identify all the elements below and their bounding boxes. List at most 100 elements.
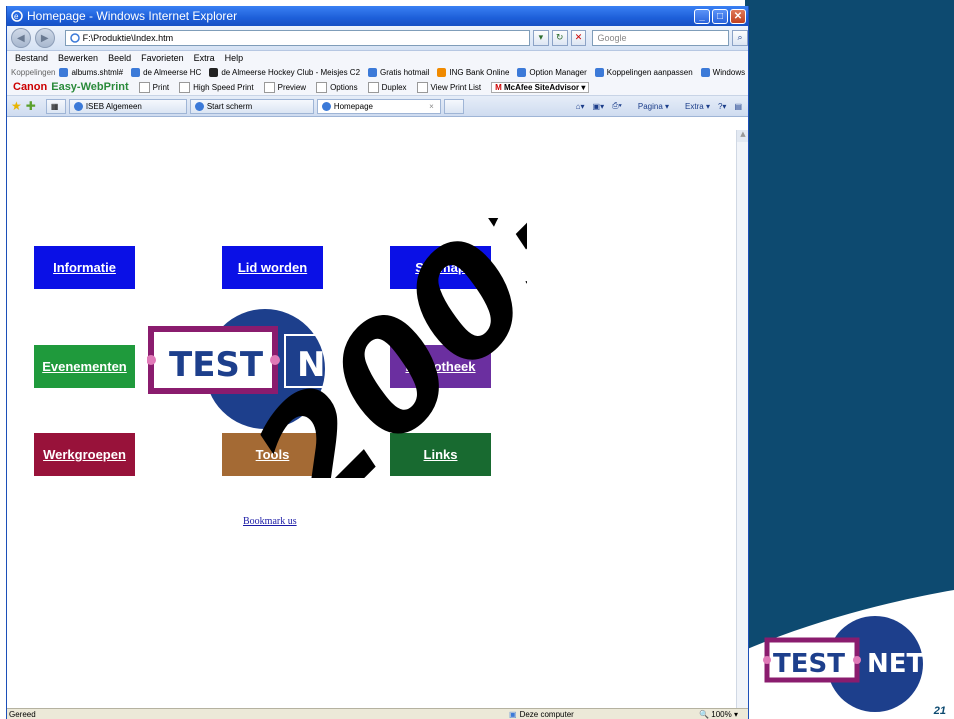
- canon-brand: Canon: [13, 81, 48, 93]
- link-icon: [209, 67, 219, 77]
- options-button[interactable]: Options: [316, 81, 358, 93]
- high-speed-print-label: High Speed Print: [193, 82, 254, 92]
- bookmark-link[interactable]: Bookmark us: [243, 516, 297, 527]
- favorites-star-icon[interactable]: ★: [11, 99, 22, 113]
- computer-icon: ▣: [509, 710, 517, 719]
- menu-bewerken[interactable]: Bewerken: [58, 53, 98, 63]
- link-albums[interactable]: albums.shtml#: [59, 67, 124, 77]
- mcafee-label: McAfee SiteAdvisor: [503, 82, 580, 92]
- address-bar[interactable]: F:\Produktie\Index.htm: [64, 30, 530, 46]
- link-label: Option Manager: [529, 67, 587, 77]
- menu-bestand[interactable]: Bestand: [15, 53, 48, 63]
- command-bar: ⌂▾ ▣▾ ⎙▾ Pagina ▾ Extra ▾ ?▾ ▤: [568, 101, 742, 111]
- extra-menu[interactable]: Extra ▾: [677, 102, 710, 111]
- search-input[interactable]: Google: [592, 30, 730, 46]
- menu-beeld[interactable]: Beeld: [108, 53, 131, 63]
- quick-tabs-icon[interactable]: ▦: [45, 98, 66, 114]
- nav-werkgroepen[interactable]: Werkgroepen: [34, 433, 135, 476]
- mcafee-siteadvisor-button[interactable]: M McAfee SiteAdvisor ▾: [491, 81, 590, 93]
- address-text: F:\Produktie\Index.htm: [82, 33, 174, 43]
- high-speed-print-button[interactable]: High Speed Print: [179, 81, 254, 93]
- new-tab-button[interactable]: [443, 98, 464, 114]
- corner-logo-net: NET: [867, 649, 925, 679]
- mcafee-icon: M: [495, 82, 504, 92]
- year-text: 2003: [221, 218, 527, 478]
- address-dropdown-icon[interactable]: ▾: [532, 30, 549, 46]
- canon-toolbar: Canon Easy-WebPrint Print High Speed Pri…: [7, 79, 748, 96]
- view-print-list-button[interactable]: View Print List: [416, 81, 482, 93]
- link-koppelingen-aanpassen[interactable]: Koppelingen aanpassen: [594, 67, 693, 77]
- links-bar: Koppelingen albums.shtml# de Almeerse HC…: [7, 65, 748, 79]
- forward-button[interactable]: ▶: [34, 28, 55, 48]
- options-label: Options: [330, 82, 358, 92]
- menu-favorieten[interactable]: Favorieten: [141, 53, 184, 63]
- link-label: Koppelingen aanpassen: [606, 67, 693, 77]
- page-content: TEST NET Informatie Lid worden Sitemap E…: [7, 130, 736, 708]
- close-tab-icon[interactable]: ×: [429, 102, 434, 111]
- print-icon: [179, 81, 191, 93]
- search-icon[interactable]: ⌕: [732, 30, 748, 46]
- ie-icon: [73, 101, 83, 111]
- printer-icon[interactable]: ⎙▾: [612, 101, 622, 111]
- duplex-label: Duplex: [381, 82, 407, 92]
- link-hotmail[interactable]: Gratis hotmail: [368, 67, 429, 77]
- link-almeerse-meisjes[interactable]: de Almeerse Hockey Club - Meisjes C2: [209, 67, 361, 77]
- maximize-button[interactable]: □: [712, 8, 728, 24]
- help-icon[interactable]: ?▾: [718, 102, 726, 111]
- print-icon: [138, 81, 150, 93]
- tab-homepage[interactable]: Homepage ×: [316, 98, 441, 114]
- zoom-control[interactable]: 🔍 100% ▾: [699, 710, 738, 719]
- vertical-scrollbar[interactable]: ▲: [736, 130, 748, 708]
- extra-label: Extra: [685, 101, 704, 111]
- ie-icon: [321, 101, 331, 111]
- link-icon: [131, 67, 141, 77]
- duplex-icon: [367, 81, 379, 93]
- menu-bar: Bestand Bewerken Beeld Favorieten Extra …: [7, 51, 748, 65]
- tab-start-scherm[interactable]: Start scherm: [189, 98, 314, 114]
- pagina-label: Pagina: [637, 101, 663, 111]
- tab-iseb-algemeen[interactable]: ISEB Algemeen: [68, 98, 187, 114]
- corner-logo-test: TEST: [773, 649, 845, 679]
- preview-button[interactable]: Preview: [263, 81, 307, 93]
- scroll-up-icon[interactable]: ▲: [737, 130, 748, 142]
- link-windows[interactable]: Windows: [700, 67, 745, 77]
- nav-informatie[interactable]: Informatie: [34, 246, 135, 289]
- tab-label: Homepage: [333, 101, 373, 111]
- add-favorite-icon[interactable]: ✚: [26, 99, 36, 113]
- home-icon[interactable]: ⌂▾: [576, 102, 585, 111]
- link-icon: [59, 67, 69, 77]
- research-icon[interactable]: ▤: [734, 102, 742, 111]
- link-icon: [368, 67, 378, 77]
- close-button[interactable]: ✕: [730, 8, 746, 24]
- zoom-label: 100%: [711, 710, 732, 719]
- year-2003-wordart: 2003: [197, 131, 639, 549]
- link-option-manager[interactable]: Option Manager: [517, 67, 587, 77]
- link-label: de Almeerse Hockey Club - Meisjes C2: [221, 67, 361, 77]
- nav-evenementen[interactable]: Evenementen: [34, 345, 135, 388]
- easy-webprint-menu[interactable]: Easy-WebPrint: [51, 81, 128, 93]
- pagina-menu[interactable]: Pagina ▾: [630, 102, 669, 111]
- link-almeerse-hc[interactable]: de Almeerse HC: [131, 67, 201, 77]
- stop-icon[interactable]: ✕: [570, 30, 587, 46]
- minimize-button[interactable]: _: [694, 8, 710, 24]
- browser-window: e Homepage - Windows Internet Explorer _…: [6, 6, 749, 719]
- duplex-button[interactable]: Duplex: [367, 81, 407, 93]
- back-button[interactable]: ◀: [11, 28, 31, 48]
- preview-label: Preview: [277, 82, 307, 92]
- menu-extra[interactable]: Extra: [194, 53, 215, 63]
- feeds-icon[interactable]: ▣▾: [593, 102, 605, 111]
- preview-icon: [263, 81, 275, 93]
- link-label: albums.shtml#: [71, 67, 124, 77]
- link-label: ING Bank Online: [449, 67, 510, 77]
- links-label: Koppelingen: [11, 67, 56, 77]
- menu-help[interactable]: Help: [225, 53, 244, 63]
- ie-icon: [194, 101, 204, 111]
- refresh-icon[interactable]: ↻: [551, 30, 568, 46]
- zone-label: Deze computer: [519, 710, 574, 719]
- link-ing[interactable]: ING Bank Online: [437, 67, 510, 77]
- view-print-list-label: View Print List: [430, 82, 482, 92]
- link-icon: [594, 67, 604, 77]
- security-zone: ▣ Deze computer: [509, 710, 574, 719]
- print-button[interactable]: Print: [138, 81, 169, 93]
- link-icon: [517, 67, 527, 77]
